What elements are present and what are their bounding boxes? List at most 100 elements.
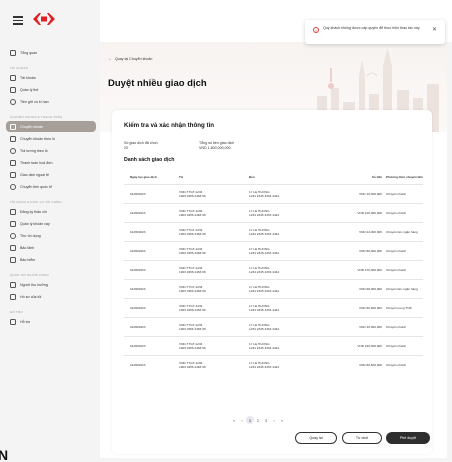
cell-to-to2: 1234 2345 4333 4444: [249, 327, 280, 331]
reject-button[interactable]: Từ chối: [342, 432, 382, 444]
cell-amount: VND 24,000,000: [327, 230, 386, 234]
cell-method-method: Chuyển liên ngân hàng: [386, 287, 418, 291]
cell-amount-amount: VND 86,500,000: [359, 363, 382, 367]
sidebar-item[interactable]: Quản lý khoản vay: [6, 218, 96, 229]
breadcrumb[interactable]: ← Quay lại Chuyển khoản: [108, 56, 152, 61]
menu-icon[interactable]: [13, 16, 23, 25]
last-page-button[interactable]: »: [278, 418, 286, 423]
sidebar-item-label: Quản lý khoản vay: [20, 221, 50, 226]
column-header-from: Từ: [179, 174, 184, 179]
table-header: Ngày tạo giao dịch Từ Đến Số tiền Phương…: [124, 169, 423, 184]
cell-date: 01/08/2023: [124, 363, 179, 367]
sidebar-item[interactable]: Đăng ký thấu chi: [6, 206, 96, 217]
table-row[interactable]: 01/08/2023 VND-TTGT-1234 1903 0456 2466 66…: [124, 203, 423, 222]
sidebar-item[interactable]: Tổng quan: [6, 47, 96, 58]
cell-method-method: Chuyển nhanh: [386, 363, 407, 367]
sidebar-item-label: Quản lý thẻ: [20, 87, 39, 92]
table-row[interactable]: 01/08/2023 VND-TTGT-1234 1903 0456 2466 66…: [124, 298, 423, 317]
total-amount-summary: Tổng số tiền giao dịch VND 1,800,000,000: [199, 141, 234, 151]
bill-icon: [10, 159, 16, 166]
cell-amount: VND 86,500,000: [327, 363, 386, 367]
sidebar-section-heading: Tín dụng & dịch vụ tài chính: [10, 200, 62, 204]
globe-icon: [10, 183, 16, 190]
cell-method: Chuyển nhanh: [386, 249, 423, 253]
cell-amount-amount: VND 100,000,000: [357, 211, 382, 215]
table-row[interactable]: 01/08/2023 VND-TTGT-1234 1903 0456 2466 66…: [124, 317, 423, 336]
next-page-button[interactable]: ›: [270, 418, 278, 423]
cell-amount-amount: VND 24,000,000: [359, 230, 382, 234]
cell-method: Chuyển liên ngân hàng: [386, 287, 423, 291]
page-1-button[interactable]: 1: [246, 416, 254, 424]
column-header-method: Phương thức chuyển tiền: [386, 174, 423, 179]
sidebar-item[interactable]: Bảo lãnh: [6, 242, 96, 253]
back-button[interactable]: Quay lại: [295, 432, 337, 444]
sidebar-section-heading: Tài khoản: [10, 66, 28, 70]
sidebar-item-label: Trả lương theo lô: [20, 148, 48, 153]
page-3-button[interactable]: 3: [262, 418, 270, 423]
sidebar-item[interactable]: Chuyển tiền quốc tế: [6, 181, 96, 192]
sidebar-item[interactable]: Giao dịch ngoại tệ: [6, 169, 96, 180]
cell-from: VND-TTGT-1234 1903 0456 2466 66: [179, 285, 249, 293]
sidebar-item[interactable]: Chuyển khoản theo lô: [6, 133, 96, 144]
sidebar-item[interactable]: Thư tín dụng: [6, 230, 96, 241]
sidebar-item-label: Thanh toán hoá đơn: [20, 160, 53, 165]
letter-icon: [10, 232, 16, 239]
cell-from: VND-TTGT-1234 1903 0456 2466 66: [179, 361, 249, 369]
cell-from: VND-TTGT-1234 1903 0456 2466 66: [179, 209, 249, 217]
table-row[interactable]: 01/08/2023 VND-TTGT-1234 1903 0456 2466 66…: [124, 184, 423, 203]
page-2-button[interactable]: 2: [254, 418, 262, 423]
sidebar-item[interactable]: Thanh toán hoá đơn: [6, 157, 96, 168]
page-title: Duyệt nhiều giao dịch: [108, 78, 207, 89]
cell-to-to2: 1234 2345 4333 4444: [249, 270, 280, 274]
table-row[interactable]: 01/08/2023 VND-TTGT-1234 1903 0456 2466 66…: [124, 222, 423, 241]
beneficiary-icon: [10, 281, 16, 288]
dashboard-icon: [10, 49, 16, 56]
cell-date-date: 01/08/2023: [130, 192, 146, 196]
cell-date: 01/08/2023: [124, 325, 179, 329]
cell-amount-amount: VND 470,000,000: [357, 268, 382, 272]
table-row[interactable]: 01/08/2023 VND-TTGT-1234 1903 0456 2466 66…: [124, 355, 423, 374]
sidebar-section-heading: Quản trị người dùng: [10, 273, 50, 277]
sidebar-item[interactable]: Hồ sơ của tôi: [6, 291, 96, 302]
bank-logo[interactable]: [33, 12, 55, 26]
approve-button[interactable]: Phê duyệt: [386, 432, 430, 444]
main-content: ← Quay lại Chuyển khoản Duyệt nhiều giao…: [100, 42, 447, 458]
cell-from: VND-TTGT-1234 1903 0456 2466 66: [179, 190, 249, 198]
table-row[interactable]: 01/08/2023 VND-TTGT-1234 1903 0456 2466 66…: [124, 241, 423, 260]
cell-date: 01/08/2023: [124, 249, 179, 253]
table-row[interactable]: 01/08/2023 VND-TTGT-1234 1903 0456 2466 66…: [124, 260, 423, 279]
close-icon[interactable]: ✕: [432, 26, 437, 33]
sidebar-item[interactable]: Tiền gửi có kì hạn: [6, 96, 96, 107]
sidebar-item[interactable]: Tài khoản: [6, 72, 96, 83]
cell-amount: VND 80,900,000: [327, 306, 386, 310]
sidebar-item[interactable]: Chuyển khoản: [6, 121, 96, 132]
table-row[interactable]: 01/08/2023 VND-TTGT-1234 1903 0456 2466 66…: [124, 279, 423, 298]
prev-page-button[interactable]: ‹: [238, 418, 246, 423]
cell-date: 01/08/2023: [124, 306, 179, 310]
first-page-button[interactable]: «: [230, 418, 238, 423]
cell-to: LY LE HUONG 1234 2345 4333 4444: [249, 228, 327, 236]
cell-from: VND-TTGT-1234 1903 0456 2466 66: [179, 304, 249, 312]
sidebar-item[interactable]: Bảo hiểm: [6, 254, 96, 265]
card-icon: [10, 86, 16, 93]
cell-amount-amount: VND 80,900,000: [359, 306, 382, 310]
sidebar-item[interactable]: Hỗ trợ: [6, 316, 96, 327]
cell-to: LY LE HUONG 1234 2345 4333 4444: [249, 342, 327, 350]
sidebar-section-heading: Hỗ trợ: [10, 310, 24, 314]
cell-from: VND-TTGT-1234 1903 0456 2466 66: [179, 266, 249, 274]
cell-to-to2: 1234 2345 4333 4444: [249, 213, 280, 217]
cell-date-date: 01/08/2023: [130, 249, 146, 253]
table-row[interactable]: 01/08/2023 VND-TTGT-1234 1903 0456 2466 66…: [124, 336, 423, 355]
sidebar-item[interactable]: Quản lý thẻ: [6, 84, 96, 95]
cell-method: Chuyển liên ngân hàng: [386, 230, 423, 234]
cell-method-method: Chuyển nhanh: [386, 211, 407, 215]
transfer-icon: [10, 123, 16, 130]
sidebar-item[interactable]: Người thụ hưởng: [6, 279, 96, 290]
cell-amount-amount: VND 86,000,000: [359, 249, 382, 253]
sidebar-item[interactable]: Trả lương theo lô: [6, 145, 96, 156]
cell-amount: VND 86,000,000: [327, 249, 386, 253]
cell-from: VND-TTGT-1234 1903 0456 2466 66: [179, 228, 249, 236]
cell-date-date: 01/08/2023: [130, 325, 146, 329]
cell-method: Chuyển nhanh: [386, 344, 423, 348]
cell-method-method: Chuyển liên ngân hàng: [386, 230, 418, 234]
